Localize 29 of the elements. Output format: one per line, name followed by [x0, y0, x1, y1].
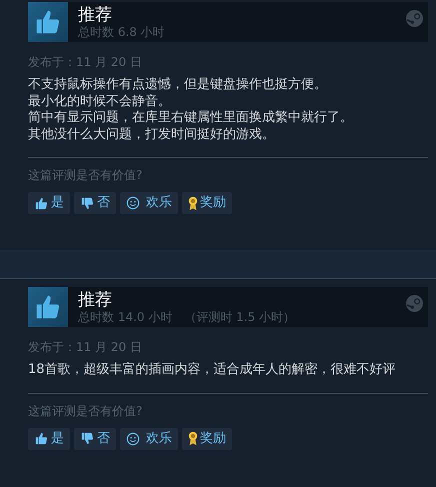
posted-date: 发布于：11 月 20 日: [28, 54, 143, 70]
funny-button[interactable]: 欢乐: [120, 192, 178, 214]
thumbs-up-icon: [34, 431, 49, 446]
thumbs-down-icon: [80, 196, 95, 210]
thumbs-down-icon: [80, 431, 95, 446]
award-ribbon-icon: [188, 196, 198, 210]
review-text: 不支持鼠标操作有点遗憾，但是键盘操作也挺方便。 最小化的时候不会静音。 简中有显示问题，在库里右键属性里面换成繁中就行了。 其他没什么大问题，打发时间挺好的游戏。: [28, 77, 354, 143]
thumbs-up-icon: [34, 196, 49, 210]
yes-button[interactable]: 是: [28, 428, 70, 450]
smiley-icon: [126, 196, 140, 210]
playtime: 总时数 14.0 小时: [78, 310, 172, 324]
review-verdict: 推荐: [78, 290, 113, 310]
review-text: 18首歌，超级丰富的插画内容，适合成年人的解密，很难不好评: [28, 362, 397, 378]
smiley-icon: [126, 432, 140, 446]
steam-logo-icon: [406, 294, 423, 312]
playtime: 总时数 6.8 小时: [78, 24, 165, 40]
award-ribbon-icon: [188, 431, 198, 446]
playtime-at-review: （评测时 1.5 小时）: [184, 310, 296, 324]
award-button[interactable]: 奖励: [182, 192, 232, 214]
review-verdict: 推荐: [78, 4, 113, 24]
helpful-question: 这篇评测是否有价值?: [28, 402, 144, 418]
yes-button[interactable]: 是: [28, 192, 70, 214]
no-button[interactable]: 否: [74, 192, 116, 214]
helpful-question: 这篇评测是否有价值?: [28, 167, 144, 183]
no-button[interactable]: 否: [74, 428, 116, 450]
award-button[interactable]: 奖励: [182, 428, 232, 450]
steam-logo-icon: [406, 10, 423, 26]
funny-button[interactable]: 欢乐: [120, 428, 178, 450]
posted-date: 发布于：11 月 20 日: [28, 339, 143, 355]
